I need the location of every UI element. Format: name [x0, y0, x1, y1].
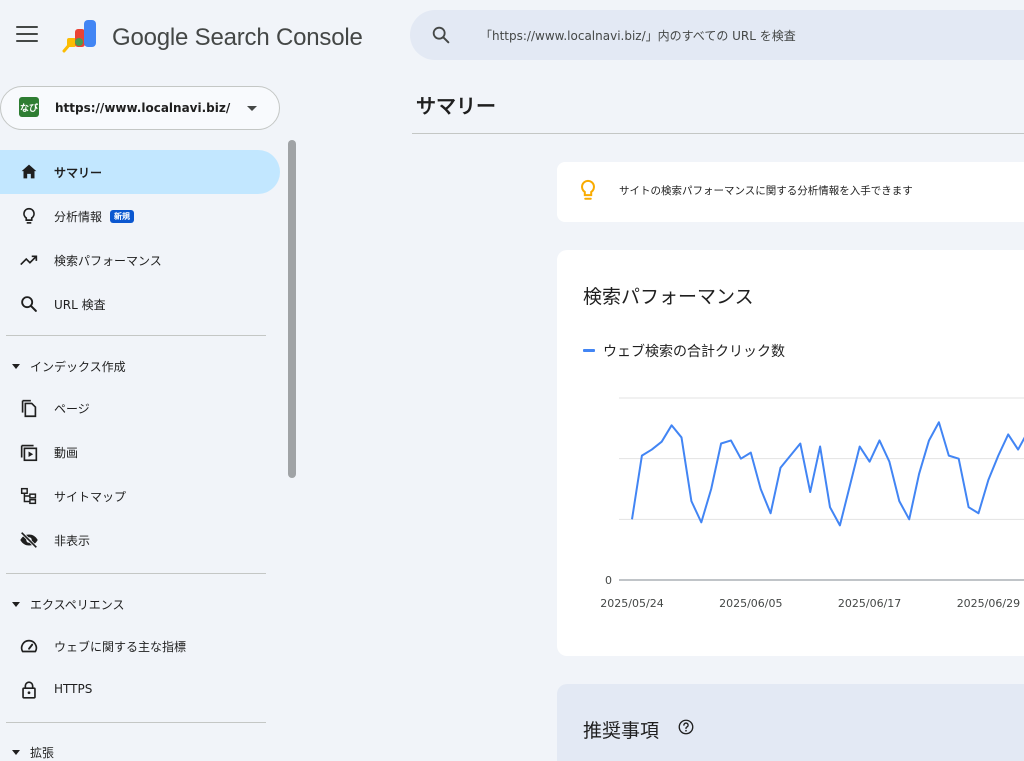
tip-text: サイトの検索パフォーマンスに関する分析情報を入手できます: [619, 185, 913, 197]
triangle-down-icon: [12, 602, 20, 607]
sidebar-item-sitemaps[interactable]: サイトマップ: [0, 474, 280, 518]
sidebar-item-label: 動画: [54, 446, 79, 460]
section-experience[interactable]: エクスペリエンス: [12, 596, 125, 613]
new-badge: 新規: [110, 210, 135, 223]
property-favicon: なび: [19, 97, 39, 117]
lightbulb-icon: [581, 179, 595, 200]
sidebar-item-url-inspection[interactable]: URL 検査: [0, 282, 280, 326]
sidebar-item-label: 非表示: [54, 534, 91, 548]
search-icon: [432, 26, 450, 44]
main-menu-button[interactable]: [16, 26, 38, 42]
video-icon: [20, 444, 38, 462]
recommendations-card[interactable]: 推奨事項: [557, 684, 1024, 761]
lock-icon: [22, 681, 36, 699]
section-enhancements[interactable]: 拡張: [12, 744, 54, 761]
sidebar-item-core-web-vitals[interactable]: ウェブに関する主な指標: [0, 624, 280, 668]
sidebar-item-label: サイトマップ: [54, 490, 127, 504]
help-icon[interactable]: [677, 718, 695, 736]
lightbulb-icon: [23, 207, 35, 224]
x-tick-label: 2025/06/05: [719, 597, 782, 610]
x-tick-label: 2025/05/24: [600, 597, 663, 610]
visibility-off-icon: [20, 531, 38, 549]
trending-up-icon: [20, 255, 38, 266]
search-icon: [21, 296, 37, 312]
header-divider: [412, 133, 1024, 134]
sidebar-item-label: ページ: [54, 402, 90, 416]
chart-legend: ウェブ検索の合計クリック数: [583, 341, 785, 361]
speed-gauge-icon: [20, 639, 38, 653]
sidebar-item-removals[interactable]: 非表示: [0, 518, 280, 562]
sidebar-divider: [6, 573, 266, 574]
sidebar-item-label: HTTPS: [54, 682, 93, 696]
triangle-down-icon: [12, 750, 20, 755]
url-inspection-search[interactable]: 「https://www.localnavi.biz/」内のすべての URL を…: [410, 10, 1024, 60]
sidebar-item-videos[interactable]: 動画: [0, 430, 280, 474]
caret-down-icon: [247, 106, 257, 111]
sidebar-item-label: 検索パフォーマンス: [54, 254, 162, 268]
sidebar-item-label: ウェブに関する主な指標: [54, 640, 187, 654]
performance-card[interactable]: 検索パフォーマンス ウェブ検索の合計クリック数 0 2025/05/24 2025/…: [557, 250, 1024, 656]
sidebar-item-insights[interactable]: 分析情報 新規: [0, 194, 280, 238]
sitemap-icon: [20, 487, 37, 505]
series-line-clicks[interactable]: [631, 421, 1024, 527]
legend-swatch: [583, 349, 595, 352]
sidebar-item-summary[interactable]: サマリー: [0, 150, 280, 194]
x-tick-label: 2025/06/29: [957, 597, 1020, 610]
sidebar-item-https[interactable]: HTTPS: [0, 668, 280, 712]
pages-icon: [21, 399, 37, 418]
insights-tip-card[interactable]: サイトの検索パフォーマンスに関する分析情報を入手できます: [557, 162, 1024, 222]
property-url: https://www.localnavi.biz/: [55, 101, 231, 115]
sidebar-item-label: 分析情報: [54, 210, 103, 224]
y-tick-label: 0: [605, 574, 612, 587]
sidebar-divider: [6, 722, 266, 723]
property-selector[interactable]: なび https://www.localnavi.biz/: [0, 86, 280, 130]
home-icon: [21, 164, 37, 179]
sidebar-item-pages[interactable]: ページ: [0, 386, 280, 430]
sidebar-item-label: サマリー: [54, 166, 103, 180]
legend-label: ウェブ検索の合計クリック数: [603, 344, 785, 360]
recommendations-title: 推奨事項: [583, 720, 660, 742]
performance-title: 検索パフォーマンス: [583, 286, 754, 308]
search-placeholder: 「https://www.localnavi.biz/」内のすべての URL を…: [480, 29, 796, 43]
x-tick-label: 2025/06/17: [838, 597, 901, 610]
section-indexing[interactable]: インデックス作成: [12, 358, 126, 375]
search-console-logo: [62, 20, 96, 53]
clicks-line-chart[interactable]: 0 2025/05/24 2025/06/05 2025/06/17 2025/06/2…: [557, 380, 1024, 620]
sidebar-scrollbar[interactable]: [288, 140, 296, 478]
sidebar-item-search-performance[interactable]: 検索パフォーマンス: [0, 238, 280, 282]
triangle-down-icon: [12, 364, 20, 369]
brand-title: Google Search Console: [112, 24, 363, 51]
sidebar-item-label: URL 検査: [54, 298, 106, 312]
page-title: サマリー: [416, 94, 496, 118]
sidebar-divider: [6, 335, 266, 336]
